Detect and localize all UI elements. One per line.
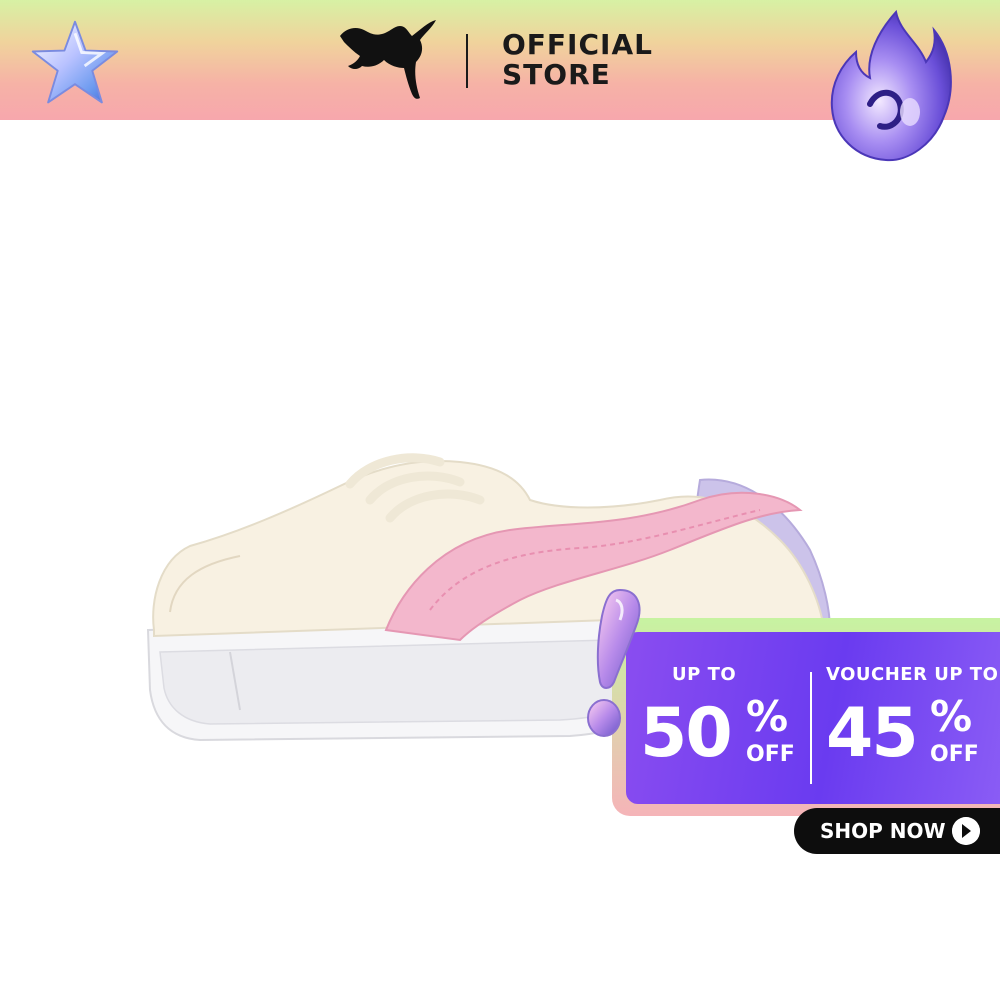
chrome-exclamation-icon (587, 588, 641, 737)
puma-logo-icon (340, 20, 436, 99)
voucher-off: OFF (930, 742, 979, 767)
discount-percent: % (746, 692, 789, 741)
shop-now-button[interactable]: SHOP NOW (794, 808, 1000, 854)
header-divider (466, 34, 468, 88)
voucher-value: 45 (826, 694, 919, 773)
discount-value: 50 (640, 694, 733, 773)
store-title-line1: OFFICIAL (502, 28, 653, 61)
discount-off: OFF (746, 742, 795, 767)
voucher-label: VOUCHER UP TO (826, 664, 999, 685)
chrome-flame-icon (830, 9, 952, 162)
voucher-percent: % (930, 692, 973, 741)
shop-now-label: SHOP NOW (820, 819, 946, 843)
chrome-star-icon (31, 20, 119, 104)
arrow-right-icon (952, 817, 980, 845)
discount-label: UP TO (672, 664, 737, 685)
promo-separator (810, 672, 812, 784)
store-title-line2: STORE (502, 58, 611, 91)
store-title: OFFICIAL STORE (502, 30, 653, 90)
